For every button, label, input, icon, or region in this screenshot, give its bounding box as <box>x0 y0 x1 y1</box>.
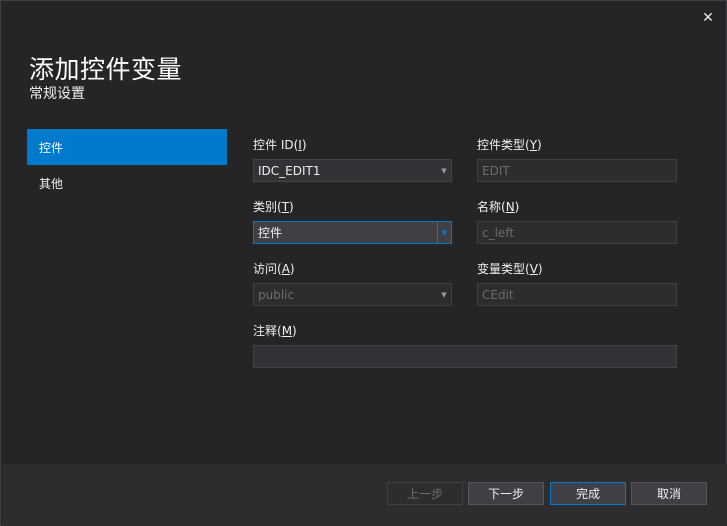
comment-label: 注释(M) <box>253 324 297 338</box>
dialog-subtitle: 常规设置 <box>29 86 85 102</box>
category-label: 类别(T) <box>253 200 294 214</box>
name-textbox[interactable]: c_left <box>477 221 677 244</box>
category-combo[interactable]: 控件 ▼ <box>253 221 452 244</box>
dialog-title: 添加控件变量 <box>29 55 183 84</box>
chevron-down-icon[interactable]: ▼ <box>437 222 451 243</box>
name-label: 名称(N) <box>477 200 520 214</box>
settings-nav: 控件 其他 <box>27 129 227 201</box>
access-value: public <box>258 287 295 302</box>
variable-type-label: 变量类型(V) <box>477 262 543 276</box>
access-field: 访问(A) public ▼ <box>253 259 452 306</box>
variable-type-field: 变量类型(V) CEdit <box>477 259 677 306</box>
dialog-footer: 上一步 下一步 完成 取消 <box>2 464 727 526</box>
chevron-down-icon: ▼ <box>441 290 447 299</box>
nav-item-label: 控件 <box>39 140 64 155</box>
nav-item-label: 其他 <box>39 176 64 191</box>
close-icon: ✕ <box>702 10 714 26</box>
cancel-button[interactable]: 取消 <box>631 482 707 505</box>
control-id-combo[interactable]: IDC_EDIT1 ▼ <box>253 159 452 182</box>
name-field: 名称(N) c_left <box>477 197 677 244</box>
control-type-label: 控件类型(Y) <box>477 138 542 152</box>
variable-form: 控件 ID(I) IDC_EDIT1 ▼ 控件类型(Y) EDIT 类别(T) … <box>253 131 677 381</box>
comment-field: 注释(M) <box>253 321 677 368</box>
close-button[interactable]: ✕ <box>698 8 718 28</box>
control-type-field: 控件类型(Y) EDIT <box>477 135 677 182</box>
next-button[interactable]: 下一步 <box>468 482 544 505</box>
control-id-field: 控件 ID(I) IDC_EDIT1 ▼ <box>253 135 452 182</box>
category-value: 控件 <box>258 226 283 240</box>
access-combo: public ▼ <box>253 283 452 306</box>
category-field: 类别(T) 控件 ▼ <box>253 197 452 244</box>
finish-button[interactable]: 完成 <box>550 482 626 505</box>
comment-input[interactable] <box>253 345 677 368</box>
chevron-down-icon[interactable]: ▼ <box>437 160 451 181</box>
variable-type-textbox: CEdit <box>477 283 677 306</box>
add-control-variable-dialog: ✕ 添加控件变量 常规设置 控件 其他 控件 ID(I) IDC_EDIT1 ▼… <box>0 0 727 526</box>
access-label: 访问(A) <box>253 262 295 276</box>
nav-item-control[interactable]: 控件 <box>27 129 227 165</box>
control-id-value: IDC_EDIT1 <box>258 163 321 178</box>
nav-item-other[interactable]: 其他 <box>27 165 227 201</box>
control-type-textbox: EDIT <box>477 159 677 182</box>
control-id-label: 控件 ID(I) <box>253 138 307 152</box>
previous-button: 上一步 <box>387 482 463 505</box>
